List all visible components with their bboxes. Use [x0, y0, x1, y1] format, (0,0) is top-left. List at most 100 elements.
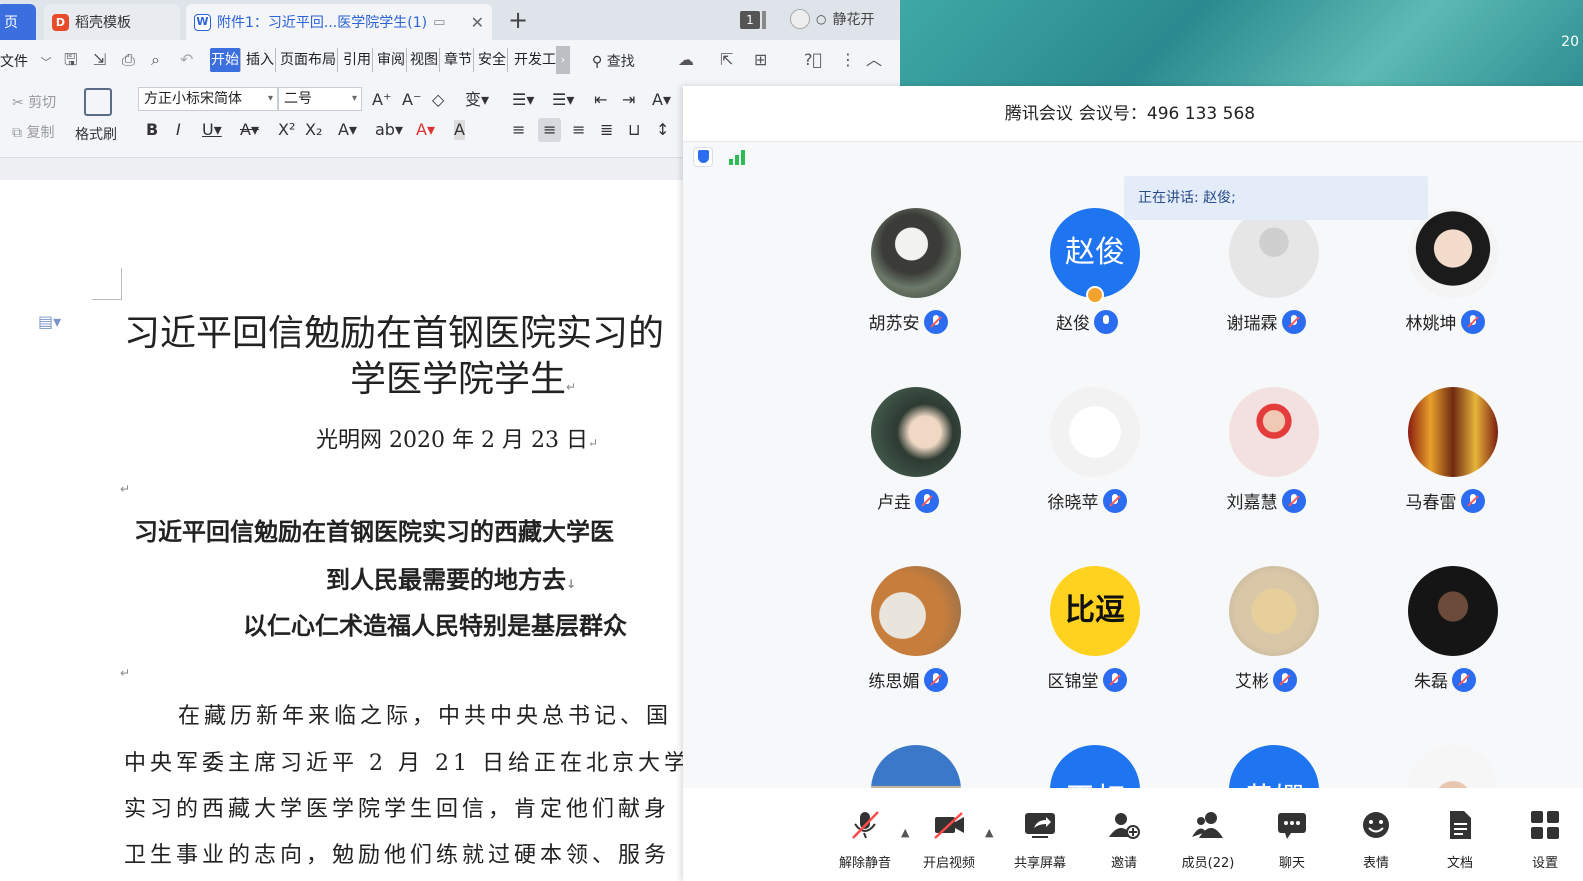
tab-developer[interactable]: 开发工: [513, 48, 557, 72]
font-name-select[interactable]: 方正小标宋简体 ▾: [138, 87, 278, 111]
participant-tile[interactable]: 朱磊: [1362, 566, 1542, 716]
subscript-icon[interactable]: X₂: [305, 120, 322, 140]
participant-tile[interactable]: 练思媚: [825, 566, 1005, 716]
start-video-button[interactable]: 开启视频: [909, 810, 989, 871]
clear-format-icon[interactable]: ◇: [432, 90, 444, 110]
participant-tile[interactable]: 艾彬: [1183, 566, 1363, 716]
strikethrough-icon[interactable]: A▾: [240, 120, 259, 140]
format-brush-icon[interactable]: [84, 88, 112, 116]
underline-icon[interactable]: U▾: [202, 120, 222, 140]
chat-button[interactable]: 聊天: [1252, 810, 1332, 871]
align-right-icon[interactable]: ≡: [572, 120, 585, 140]
justify-icon[interactable]: ≣: [600, 120, 613, 140]
meeting-control-bar: 解除静音 ▲ 开启视频 ▲ 共享屏幕 邀请 成员(22) 聊天 表情 文档 设置: [683, 788, 1583, 881]
tab-active-document[interactable]: W 附件1：习近平回...医学院学生(1) ▭ ✕: [186, 4, 492, 40]
avatar[interactable]: [1408, 745, 1498, 788]
align-center-icon[interactable]: ≡: [538, 118, 562, 142]
superscript-icon[interactable]: X²: [278, 120, 295, 140]
print-preview-icon[interactable]: ⌕: [151, 50, 160, 70]
settings-button[interactable]: 设置: [1505, 810, 1583, 871]
participant-tile[interactable]: 徐晓苹: [1004, 387, 1184, 537]
document-outline-icon[interactable]: ▤▾: [38, 312, 61, 331]
window-count-badge[interactable]: 1: [740, 11, 766, 29]
bold-icon[interactable]: B: [146, 120, 158, 140]
avatar[interactable]: 王虹: [1050, 745, 1140, 788]
reactions-button[interactable]: 表情: [1336, 810, 1416, 871]
tab-docer-templates[interactable]: D 稻壳模板: [44, 4, 180, 40]
chevron-up-icon[interactable]: ▲: [985, 826, 993, 839]
collapse-ribbon-icon[interactable]: ︿: [866, 50, 882, 70]
participant-tile[interactable]: 赵俊 赵俊: [1004, 208, 1184, 358]
unmute-button[interactable]: 解除静音: [825, 810, 905, 871]
text-direction-icon[interactable]: A▾: [652, 90, 671, 110]
wps-tab-bar: 页 D 稻壳模板 W 附件1：习近平回...医学院学生(1) ▭ ✕ + 1 ○…: [0, 0, 900, 40]
font-color-icon[interactable]: A▾: [416, 120, 435, 140]
find-button[interactable]: ⚲ 查找: [592, 51, 635, 71]
page-margin-mark: [92, 268, 122, 300]
bullet-list-icon[interactable]: ☰▾: [512, 90, 534, 110]
tab-insert[interactable]: 插入: [245, 48, 276, 72]
highlight-icon[interactable]: ab▾: [375, 120, 403, 140]
meeting-id[interactable]: 496 133 568: [1147, 104, 1255, 124]
phonetic-guide-icon[interactable]: 变▾: [465, 90, 489, 110]
participant-tile[interactable]: 胡苏安: [825, 208, 1005, 358]
tab-home-ribbon[interactable]: 开始: [210, 48, 241, 72]
meeting-title-bar: 腾讯会议 会议号：496 133 568: [683, 86, 1583, 142]
shrink-font-icon[interactable]: A⁻: [402, 90, 421, 110]
tab-view[interactable]: 视图: [409, 48, 440, 72]
avatar-initials: 赵俊: [1065, 235, 1125, 270]
close-tab-icon[interactable]: ✕: [471, 13, 484, 32]
avatar[interactable]: 黄嫻: [1229, 745, 1319, 788]
docs-button[interactable]: 文档: [1420, 810, 1500, 871]
host-badge-icon: [1086, 286, 1104, 304]
font-size-select[interactable]: 二号 ▾: [278, 87, 362, 111]
participant-tile[interactable]: 谢瑞霖: [1183, 208, 1363, 358]
text-effect-icon[interactable]: A▾: [338, 120, 357, 140]
tab-security[interactable]: 安全: [477, 48, 508, 72]
security-shield-icon[interactable]: [693, 147, 713, 167]
italic-icon[interactable]: I: [176, 120, 181, 140]
tab-review[interactable]: 审阅: [376, 48, 407, 72]
char-shading-icon[interactable]: A: [454, 120, 465, 140]
increase-indent-icon[interactable]: ⇥: [622, 90, 635, 110]
tab-page-layout[interactable]: 页面布局: [279, 48, 338, 72]
tab-home[interactable]: 页: [0, 4, 36, 40]
add-user-icon: [1109, 813, 1140, 839]
numbered-list-icon[interactable]: ☰▾: [552, 90, 574, 110]
network-signal-icon[interactable]: [727, 147, 749, 167]
undo-icon[interactable]: ↶: [180, 50, 193, 70]
distributed-icon[interactable]: ⊔: [628, 120, 640, 140]
decrease-indent-icon[interactable]: ⇤: [594, 90, 607, 110]
chevron-right-icon[interactable]: ›: [556, 46, 570, 74]
tab-references[interactable]: 引用: [342, 48, 373, 72]
save-icon[interactable]: 🖫: [64, 50, 78, 70]
members-button[interactable]: 成员(22): [1168, 810, 1248, 871]
share-screen-button[interactable]: 共享屏幕: [1000, 810, 1080, 871]
format-brush-button[interactable]: 格式刷: [75, 124, 117, 144]
participant-tile[interactable]: 马春雷: [1362, 387, 1542, 537]
align-left-icon[interactable]: ≡: [512, 120, 525, 140]
share-icon[interactable]: ⇱: [720, 50, 733, 70]
participant-tile[interactable]: 卢垚: [825, 387, 1005, 537]
participant-tile[interactable]: 比逗 区锦堂: [1004, 566, 1184, 716]
copy-button[interactable]: ⧉ 复制: [12, 122, 54, 142]
members-icon: [1192, 812, 1223, 838]
new-tab-icon[interactable]: +: [508, 6, 528, 34]
avatar[interactable]: [871, 745, 961, 788]
participant-tile[interactable]: 林姚坤: [1362, 208, 1542, 358]
file-menu[interactable]: 文件 ﹀: [0, 51, 51, 71]
participant-tile[interactable]: 刘嘉慧: [1183, 387, 1363, 537]
export-icon[interactable]: ⇲: [93, 50, 106, 70]
user-account[interactable]: ○ 静花开: [790, 9, 874, 29]
cloud-sync-icon[interactable]: ☁: [678, 50, 694, 70]
tab-chapter[interactable]: 章节: [443, 48, 474, 72]
collaborate-icon[interactable]: ⊞: [754, 50, 767, 70]
line-spacing-icon[interactable]: ↕: [656, 120, 669, 140]
meeting-status-icons: [683, 142, 1583, 170]
invite-button[interactable]: 邀请: [1084, 810, 1164, 871]
help-icon[interactable]: ?⃝: [804, 50, 822, 70]
grow-font-icon[interactable]: A⁺: [372, 90, 391, 110]
cut-button[interactable]: ✂ 剪切: [12, 92, 56, 112]
more-icon[interactable]: ⋮: [840, 50, 856, 70]
print-icon[interactable]: ⎙: [122, 50, 135, 70]
